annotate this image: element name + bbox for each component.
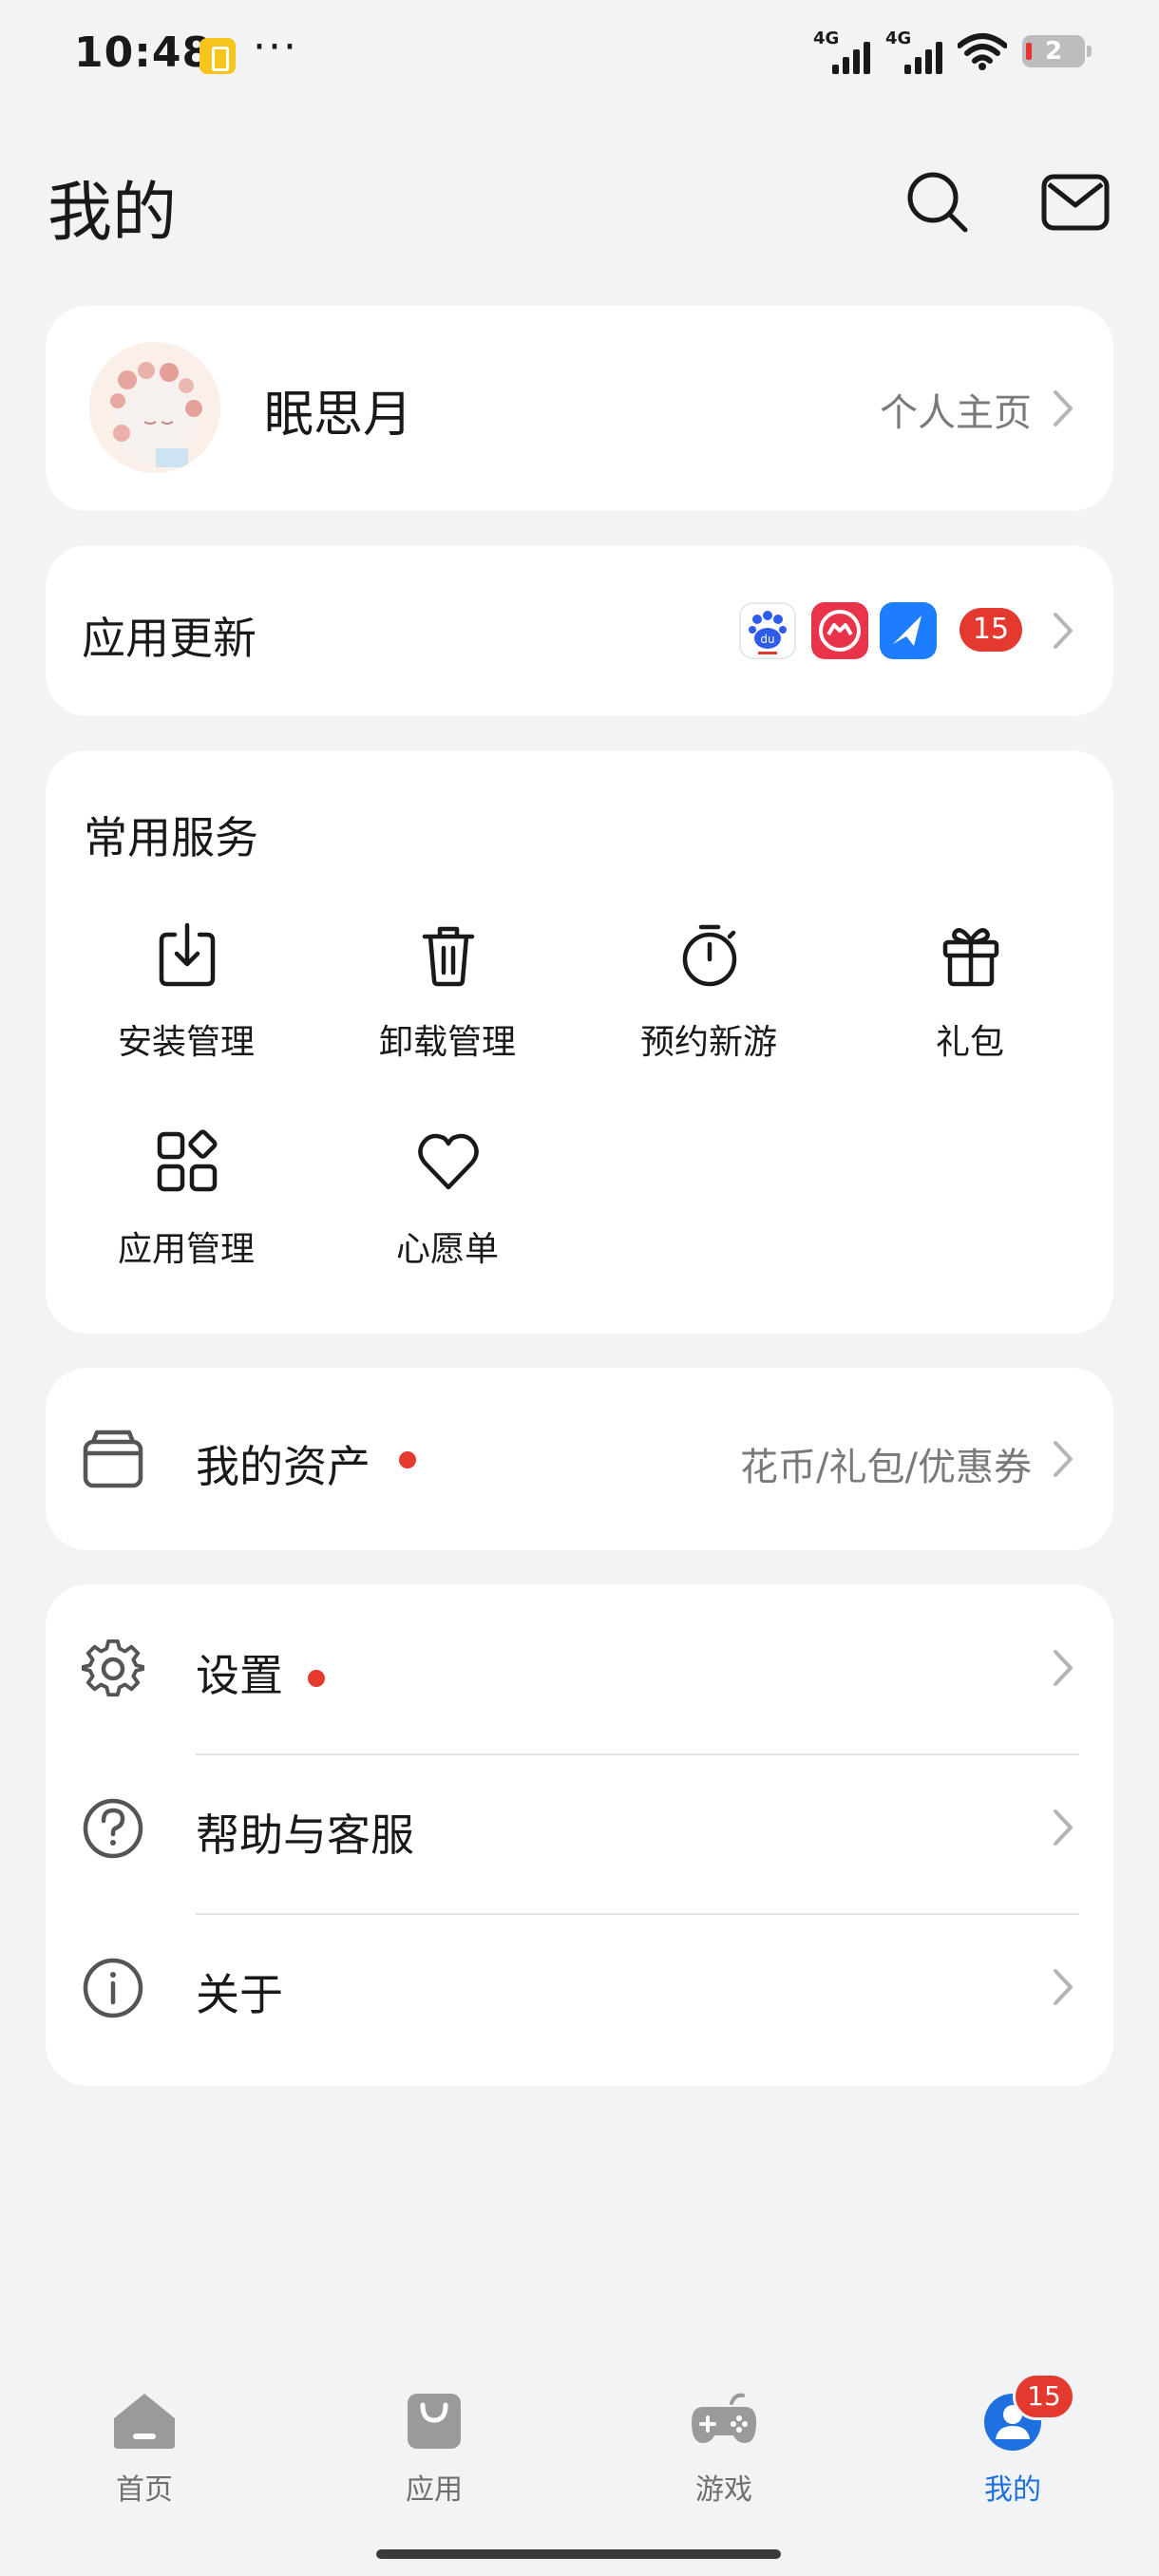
settings-label: 设置 bbox=[196, 1650, 283, 1701]
tab-me[interactable]: 我的 bbox=[918, 2365, 1108, 2517]
more-notifications-icon: ··· bbox=[253, 23, 298, 71]
wifi-icon bbox=[958, 33, 1007, 70]
service-uninstall-management[interactable]: 卸载管理 bbox=[352, 921, 542, 1092]
tab-me-badge: 15 bbox=[1013, 2373, 1075, 2420]
gift-icon bbox=[942, 928, 999, 987]
install-icon bbox=[159, 922, 216, 987]
service-install-management[interactable]: 安装管理 bbox=[91, 921, 281, 1092]
tab-home[interactable]: 首页 bbox=[49, 2365, 239, 2517]
menu-item-help[interactable]: 帮助与客服 bbox=[46, 1748, 1113, 1907]
app-icon bbox=[811, 602, 868, 659]
profile-page-link[interactable]: 个人主页 bbox=[880, 382, 1032, 437]
services-card: 常用服务 安装管理 卸载管理 预约新游 礼包 应用管理 心愿单 bbox=[46, 750, 1113, 1334]
battery-icon: 2 bbox=[1022, 35, 1092, 67]
shopping-bag-icon bbox=[408, 2394, 461, 2449]
menu-item-settings[interactable]: 设置 bbox=[46, 1588, 1113, 1748]
status-indicators: 4G 4G 2 bbox=[813, 28, 1092, 74]
user-name: 眠思月 bbox=[264, 387, 413, 444]
notification-app-icon bbox=[200, 38, 236, 74]
my-assets-hint: 花币/礼包/优惠券 bbox=[740, 1446, 1032, 1489]
heart-icon bbox=[418, 1133, 479, 1190]
profile-card[interactable]: 眠思月 个人主页 bbox=[46, 306, 1113, 511]
stopwatch-icon bbox=[682, 924, 737, 987]
info-icon bbox=[83, 1958, 143, 2018]
box-icon bbox=[83, 1430, 143, 1488]
page-title: 我的 bbox=[48, 176, 178, 251]
service-pre-register-games[interactable]: 预约新游 bbox=[614, 921, 804, 1092]
trash-icon bbox=[422, 926, 475, 987]
service-gift-packs[interactable]: 礼包 bbox=[875, 921, 1065, 1092]
mail-icon bbox=[1041, 174, 1110, 231]
svg-text:du: du bbox=[760, 633, 774, 646]
tab-apps[interactable]: 应用 bbox=[339, 2365, 529, 2517]
new-indicator-dot bbox=[399, 1451, 416, 1468]
my-assets-card[interactable]: 我的资产 花币/礼包/优惠券 bbox=[46, 1368, 1113, 1550]
service-app-management[interactable]: 应用管理 bbox=[91, 1128, 281, 1299]
new-indicator-dot bbox=[308, 1670, 325, 1687]
status-bar: 10:48 ··· 4G 4G 2 bbox=[0, 0, 1159, 112]
chevron-right-icon bbox=[1053, 1649, 1074, 1687]
gear-icon bbox=[82, 1638, 144, 1697]
help-label: 帮助与客服 bbox=[196, 1809, 414, 1861]
chevron-right-icon bbox=[1053, 612, 1074, 650]
app-icon bbox=[880, 602, 937, 659]
home-indicator[interactable] bbox=[376, 2549, 781, 2559]
signal-icon: 4G bbox=[813, 28, 870, 74]
settings-menu-card: 设置 帮助与客服 关于 bbox=[46, 1584, 1113, 2086]
menu-item-about[interactable]: 关于 bbox=[46, 1907, 1113, 2067]
app-updates-card[interactable]: 应用更新 du 15 bbox=[46, 545, 1113, 716]
update-count-badge: 15 bbox=[960, 608, 1022, 652]
signal-icon: 4G bbox=[885, 28, 942, 74]
app-updates-title: 应用更新 bbox=[82, 613, 256, 664]
chevron-right-icon bbox=[1053, 1809, 1074, 1847]
status-time: 10:48 bbox=[74, 28, 213, 77]
help-icon bbox=[83, 1798, 143, 1859]
about-label: 关于 bbox=[196, 1969, 283, 2020]
service-wishlist[interactable]: 心愿单 bbox=[352, 1128, 542, 1299]
search-button[interactable] bbox=[904, 169, 971, 236]
chevron-right-icon bbox=[1053, 1440, 1074, 1478]
avatar[interactable] bbox=[89, 342, 220, 473]
apps-grid-icon bbox=[157, 1129, 218, 1192]
chevron-right-icon bbox=[1053, 389, 1074, 427]
baidu-app-icon: du bbox=[739, 602, 796, 659]
tab-games[interactable]: 游戏 bbox=[629, 2365, 819, 2517]
bottom-navigation: 首页 应用 游戏 我的 bbox=[0, 2365, 1159, 2517]
my-assets-label: 我的资产 bbox=[196, 1441, 370, 1492]
search-icon bbox=[907, 172, 968, 233]
messages-button[interactable] bbox=[1041, 171, 1110, 234]
gamepad-icon bbox=[692, 2393, 756, 2443]
services-title: 常用服务 bbox=[84, 812, 258, 863]
home-icon bbox=[114, 2394, 175, 2449]
chevron-right-icon bbox=[1053, 1968, 1074, 2006]
